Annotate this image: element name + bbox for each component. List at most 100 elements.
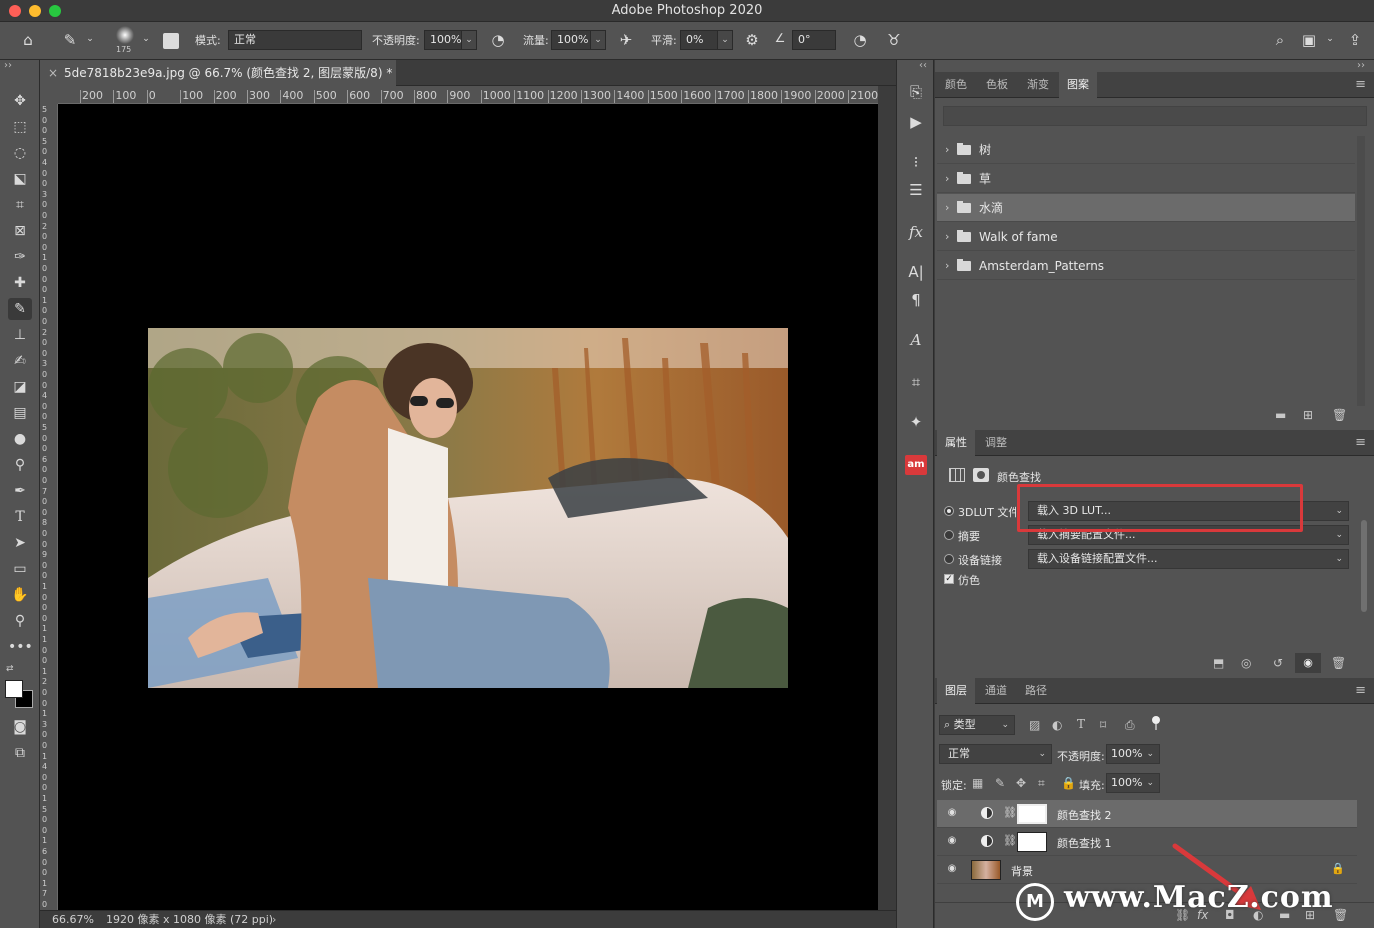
vertical-ruler[interactable]: 5005040030020010001002003004005006007008… [40, 104, 58, 910]
link-icon[interactable]: ⛓ [1003, 834, 1017, 847]
filter-smart-object-icon[interactable]: ⎙ [1125, 718, 1135, 733]
brush-panel-toggle-icon[interactable] [163, 33, 179, 49]
foreground-color-swatch[interactable] [5, 680, 23, 698]
panel-menu-icon[interactable]: ≡ [1355, 435, 1366, 450]
lock-all-icon[interactable]: 🔒 [1061, 776, 1076, 790]
chevron-right-icon[interactable]: › [945, 194, 949, 222]
pattern-group-item[interactable]: › 水滴 [937, 194, 1355, 222]
link-icon[interactable]: ⛓ [1003, 806, 1017, 819]
dodge-tool-icon[interactable]: ⚲ [8, 454, 32, 476]
blur-tool-icon[interactable]: ● [8, 428, 32, 450]
dither-checkbox[interactable]: ✓ [944, 574, 954, 584]
minimize-window-button[interactable] [29, 5, 41, 17]
collapse-panels-icon[interactable]: ›› [1357, 60, 1365, 71]
layer-opacity-input[interactable]: 100% ⌄ [1106, 744, 1160, 764]
clone-stamp-tool-icon[interactable]: ⊥ [8, 324, 32, 346]
search-icon[interactable]: ⌕ [1270, 31, 1290, 49]
chevron-right-icon[interactable]: › [945, 165, 949, 193]
reset-icon[interactable]: ↺ [1273, 656, 1283, 670]
pattern-group-item[interactable]: › Amsterdam_Patterns [937, 252, 1355, 280]
pattern-group-item[interactable]: › Walk of fame [937, 223, 1355, 251]
tab-adjustments[interactable]: 调整 [977, 430, 1015, 456]
pattern-group-item[interactable]: › 草 [937, 165, 1355, 193]
gear-icon[interactable]: ⚙ [742, 31, 762, 49]
brush-settings-icon[interactable]: ⁝ [903, 150, 929, 174]
quick-mask-icon[interactable]: ◙ [8, 716, 32, 738]
screen-mode-icon[interactable]: ⧉ [8, 742, 32, 764]
tab-color[interactable]: 颜色 [937, 72, 975, 98]
brush-tool-icon[interactable]: ✎ [8, 298, 32, 320]
lut-file-radio[interactable] [944, 506, 954, 516]
tab-channels[interactable]: 通道 [977, 678, 1015, 704]
trash-icon[interactable]: 🗑 [1332, 408, 1347, 422]
zoom-window-button[interactable] [49, 5, 61, 17]
workspace-icon[interactable]: ▣ [1298, 31, 1320, 49]
history-icon[interactable]: ⎘ [903, 80, 929, 104]
pattern-group-item[interactable]: › 树 [937, 136, 1355, 164]
lock-position-icon[interactable]: ✥ [1016, 776, 1026, 790]
chevron-right-icon[interactable]: › [945, 252, 949, 280]
opacity-input[interactable]: 100% [424, 30, 462, 50]
tab-gradients[interactable]: 渐变 [1019, 72, 1057, 98]
eye-icon[interactable]: ◉ [945, 836, 959, 846]
crop-tool-icon[interactable]: ⌗ [8, 194, 32, 216]
panel-menu-icon[interactable]: ≡ [1355, 77, 1366, 92]
layer-thumbnail[interactable] [971, 860, 1001, 880]
symmetry-icon[interactable]: ♉ [884, 31, 904, 49]
clip-to-layer-icon[interactable]: ⬒ [1213, 656, 1224, 670]
zoom-level[interactable]: 66.67% [52, 911, 94, 928]
opacity-dropdown[interactable]: ⌄ [461, 30, 477, 50]
layer-mask-thumbnail[interactable] [1017, 832, 1047, 852]
visibility-toggle-icon[interactable]: ◉ [1295, 653, 1321, 673]
status-menu-chevron-icon[interactable]: › [272, 911, 276, 928]
object-select-tool-icon[interactable]: ⬕ [8, 168, 32, 190]
character-icon[interactable]: A| [903, 260, 929, 284]
tab-properties[interactable]: 属性 [937, 430, 975, 456]
chevron-down-icon[interactable]: ⌄ [84, 34, 96, 44]
close-tab-icon[interactable]: × [48, 60, 58, 86]
layer-row[interactable]: ◉ ⛓ 颜色查找 2 [937, 800, 1357, 828]
filter-toggle-icon[interactable] [1152, 716, 1160, 732]
eye-icon[interactable]: ◉ [945, 808, 959, 818]
device-link-select[interactable]: 载入设备链接配置文件... ⌄ [1028, 549, 1349, 569]
device-link-radio[interactable] [944, 554, 954, 564]
styles-fx-icon[interactable]: fx [903, 220, 929, 244]
history-brush-tool-icon[interactable]: ✍ [8, 350, 32, 372]
am-plugin-icon[interactable]: am [905, 455, 927, 475]
zoom-tool-icon[interactable]: ⚲ [8, 610, 32, 632]
home-icon[interactable]: ⌂ [16, 31, 40, 49]
lasso-tool-icon[interactable]: ◌ [8, 142, 32, 164]
tab-swatches[interactable]: 色板 [978, 72, 1016, 98]
fill-input[interactable]: 100% ⌄ [1106, 773, 1160, 793]
smoothing-input[interactable]: 0% [680, 30, 718, 50]
adjustments-sliders-icon[interactable]: ☰ [903, 178, 929, 202]
chevron-down-icon[interactable]: ⌄ [1324, 34, 1336, 44]
smoothing-dropdown[interactable]: ⌄ [717, 30, 733, 50]
properties-scrollbar[interactable] [1361, 520, 1367, 612]
swap-colors-icon[interactable]: ⇄ [6, 664, 14, 674]
tab-paths[interactable]: 路径 [1017, 678, 1055, 704]
layer-mask-thumbnail[interactable] [1017, 804, 1047, 824]
filter-adjustment-icon[interactable]: ◐ [1052, 718, 1062, 732]
layer-filter-select[interactable]: ⌕ 类型 ⌄ [939, 715, 1015, 735]
blend-mode-select[interactable]: 正常 ⌄ [939, 744, 1052, 764]
chevron-down-icon[interactable]: ⌄ [140, 34, 152, 44]
collapse-strip-icon[interactable]: ‹‹ [919, 60, 927, 71]
glyphs-icon[interactable]: A [903, 328, 929, 352]
more-tools-icon[interactable]: ••• [8, 636, 33, 658]
patterns-scrollbar[interactable] [1357, 136, 1365, 406]
brush-preview-icon[interactable] [116, 26, 134, 44]
patterns-search-field[interactable] [943, 106, 1367, 126]
horizontal-ruler[interactable]: 200 100 0 100 200 300 400 500 600 700 800 900 1000 11… [58, 86, 878, 104]
pressure-size-icon[interactable]: ◔ [850, 31, 870, 49]
marquee-tool-icon[interactable]: ⬚ [8, 116, 32, 138]
paragraph-icon[interactable]: ¶ [903, 288, 929, 312]
brush-tool-preset-icon[interactable]: ✎ [58, 31, 82, 49]
plugin-puzzle-icon[interactable]: ✦ [903, 410, 929, 434]
lock-image-icon[interactable]: ✎ [995, 776, 1005, 790]
airbrush-icon[interactable]: ✈ [616, 31, 636, 49]
tab-patterns[interactable]: 图案 [1059, 72, 1097, 98]
lock-transparent-icon[interactable]: ▦ [972, 776, 983, 790]
type-tool-icon[interactable]: T [8, 506, 32, 528]
layer-mask-icon[interactable] [973, 468, 989, 482]
